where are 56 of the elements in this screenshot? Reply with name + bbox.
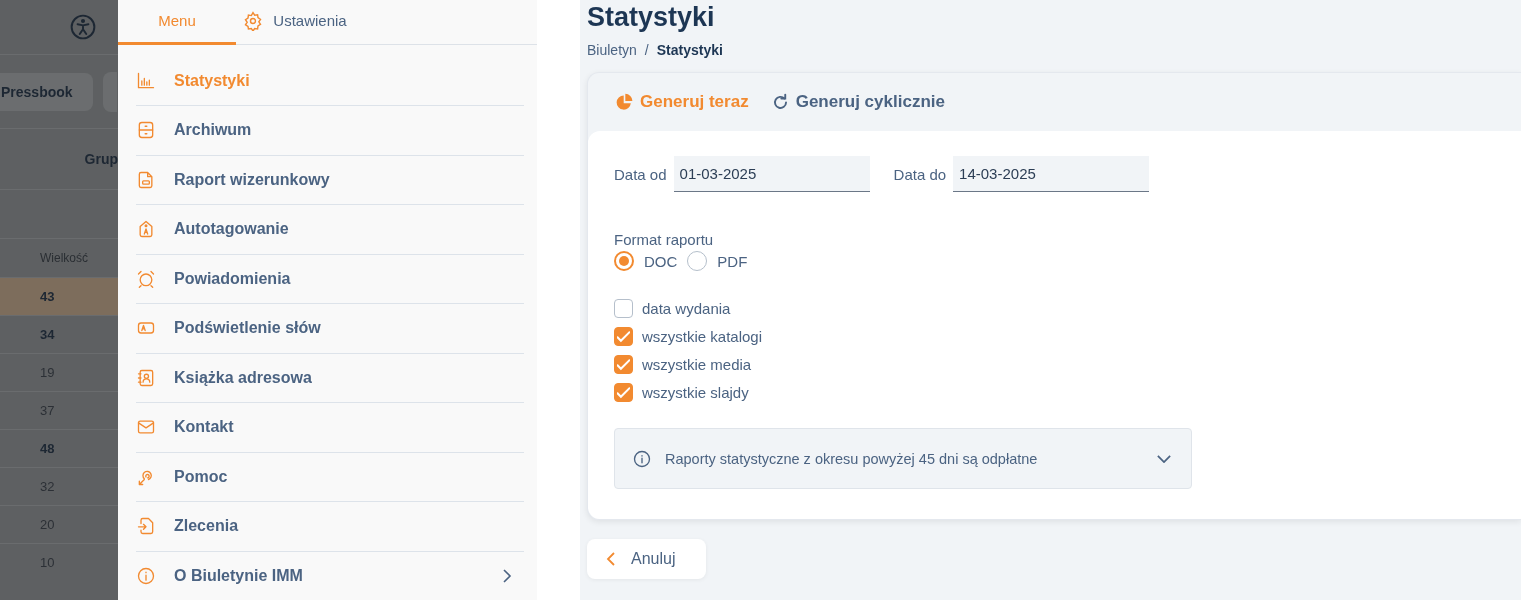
radio-button[interactable]	[614, 251, 634, 271]
breadcrumb-item[interactable]: Biuletyn	[587, 42, 637, 58]
menu-item[interactable]: O Biuletynie IMM	[174, 566, 482, 585]
radio-label: DOC	[644, 252, 678, 270]
menu-item[interactable]: Raport wizerunkowy	[174, 170, 524, 189]
menu-item[interactable]: Kontakt	[174, 418, 524, 437]
orders-icon	[136, 516, 156, 537]
date-field[interactable]: 14-03-2025	[953, 156, 1150, 192]
chevron-left-icon	[605, 552, 617, 566]
menu-item[interactable]: Książka adresowa	[174, 368, 524, 387]
drawer-tab[interactable]: Ustawienia	[236, 0, 354, 45]
table-cell: 43	[40, 289, 55, 304]
page-title: Statystyki	[587, 1, 716, 33]
info-icon	[633, 449, 651, 468]
report-tab[interactable]: Generuj cyklicznie	[770, 92, 945, 112]
checkbox-label: wszystkie media	[642, 355, 752, 373]
menu-item[interactable]: Archiwum	[174, 121, 524, 140]
format-label: Format raportu	[614, 231, 715, 248]
checkbox-label: data wydania	[642, 299, 731, 317]
checkbox[interactable]	[614, 298, 633, 318]
table-row[interactable]: 43	[0, 277, 118, 315]
document-icon	[136, 169, 156, 190]
checkbox[interactable]	[614, 382, 633, 402]
notice-text: Raporty statystyczne z okresu powyżej 45 dni są odpłatne	[665, 450, 1039, 467]
menu-item[interactable]: Powiadomienia	[174, 269, 524, 288]
accessibility-icon[interactable]	[70, 14, 96, 40]
cancel-button[interactable]: Anuluj	[587, 539, 706, 579]
chevron-down-icon	[1157, 454, 1171, 463]
breadcrumb-item: Statystyki	[656, 42, 723, 58]
archive-icon	[136, 120, 156, 141]
contacts-icon	[136, 367, 156, 388]
checkmark-icon	[617, 329, 630, 343]
field-label: Data od	[614, 165, 667, 183]
settings-icon	[243, 10, 264, 31]
checkmark-icon	[617, 385, 630, 399]
checkmark-icon	[617, 357, 630, 371]
table-cell: 48	[40, 441, 55, 456]
info-icon	[136, 565, 156, 586]
menu-item[interactable]: Pomoc	[174, 467, 524, 486]
chart-icon	[136, 70, 156, 91]
breadcrumb-separator: /	[644, 42, 649, 58]
checkbox[interactable]	[614, 354, 633, 374]
menu-item[interactable]: Zlecenia	[174, 517, 524, 536]
alarm-icon	[136, 268, 156, 289]
radio-label: PDF	[717, 252, 748, 270]
table-cell: 34	[40, 327, 55, 342]
pie-chart-icon	[615, 92, 634, 112]
menu-item[interactable]: Autotagowanie	[174, 220, 524, 239]
field-label: Data do	[893, 165, 947, 183]
checkbox[interactable]	[614, 326, 633, 346]
date-field[interactable]: 01-03-2025	[673, 156, 870, 192]
info-notice[interactable]: Raporty statystyczne z okresu powyżej 45 dni są odpłatne	[614, 428, 1192, 489]
menu-item[interactable]: Podświetlenie słów	[174, 319, 524, 338]
checkbox-label: wszystkie slajdy	[642, 383, 749, 401]
checkbox-label: wszystkie katalogi	[642, 327, 763, 345]
column-header: Grup	[84, 151, 118, 167]
